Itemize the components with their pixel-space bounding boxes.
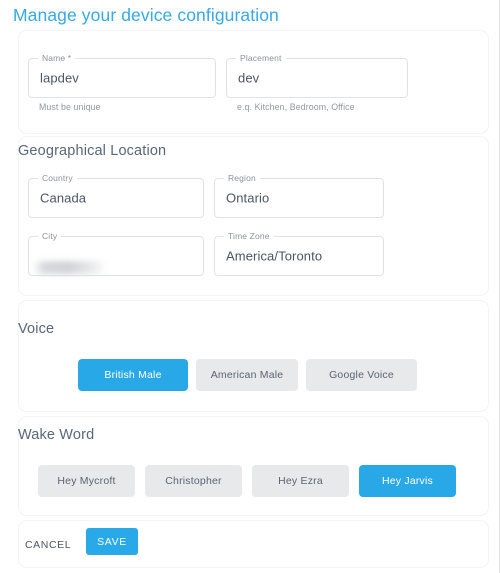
timezone-field[interactable]: Time Zone America/Toronto	[214, 231, 384, 276]
page-title: Manage your device configuration	[13, 5, 279, 25]
city-field-value-redacted	[33, 261, 107, 274]
placement-field-label: Placement	[236, 53, 286, 64]
placement-field-value: dev	[238, 70, 260, 86]
region-field-value: Ontario	[226, 190, 270, 206]
placement-field-helper: e.q. Kitchen, Bedroom, Office	[237, 102, 355, 112]
wake-word-option-christopher[interactable]: Christopher	[145, 465, 242, 497]
voice-option-american-male[interactable]: American Male	[196, 359, 298, 391]
geo-location-heading: Geographical Location	[18, 143, 167, 159]
wake-word-option-hey-mycroft[interactable]: Hey Mycroft	[38, 465, 135, 497]
voice-option-british-male[interactable]: British Male	[78, 359, 188, 391]
country-field-label: Country	[38, 173, 77, 184]
save-button[interactable]: SAVE	[86, 528, 138, 555]
voice-heading: Voice	[18, 321, 55, 337]
name-field-value: lapdev	[40, 70, 79, 86]
region-field-label: Region	[224, 173, 260, 184]
country-field-value: Canada	[40, 190, 87, 206]
region-field-frame[interactable]: Region Ontario	[214, 173, 384, 218]
city-field-label: City	[38, 231, 62, 242]
region-field[interactable]: Region Ontario	[214, 173, 384, 218]
placement-field-frame[interactable]: Placement dev	[226, 53, 408, 98]
device-configuration-page: Manage your device configuration Name * …	[0, 0, 500, 573]
country-field-frame[interactable]: Country Canada	[28, 173, 204, 218]
wake-word-option-hey-ezra[interactable]: Hey Ezra	[252, 465, 349, 497]
wake-word-heading: Wake Word	[18, 427, 95, 443]
timezone-field-value: America/Toronto	[226, 248, 323, 264]
voice-card	[18, 300, 489, 412]
city-field[interactable]: City	[28, 231, 204, 276]
name-field-label: Name *	[38, 53, 76, 64]
city-field-frame[interactable]: City	[28, 231, 204, 276]
cancel-button[interactable]: CANCEL	[17, 533, 79, 557]
wake-word-option-hey-jarvis[interactable]: Hey Jarvis	[359, 465, 456, 497]
voice-option-google-voice[interactable]: Google Voice	[306, 359, 417, 391]
timezone-field-frame[interactable]: Time Zone America/Toronto	[214, 231, 384, 276]
placement-field[interactable]: Placement dev e.q. Kitchen, Bedroom, Off…	[226, 53, 408, 112]
country-field[interactable]: Country Canada	[28, 173, 204, 218]
name-field-helper: Must be unique	[39, 102, 101, 112]
name-field[interactable]: Name * lapdev Must be unique	[28, 53, 216, 112]
timezone-field-label: Time Zone	[224, 231, 274, 242]
name-field-frame[interactable]: Name * lapdev	[28, 53, 216, 98]
